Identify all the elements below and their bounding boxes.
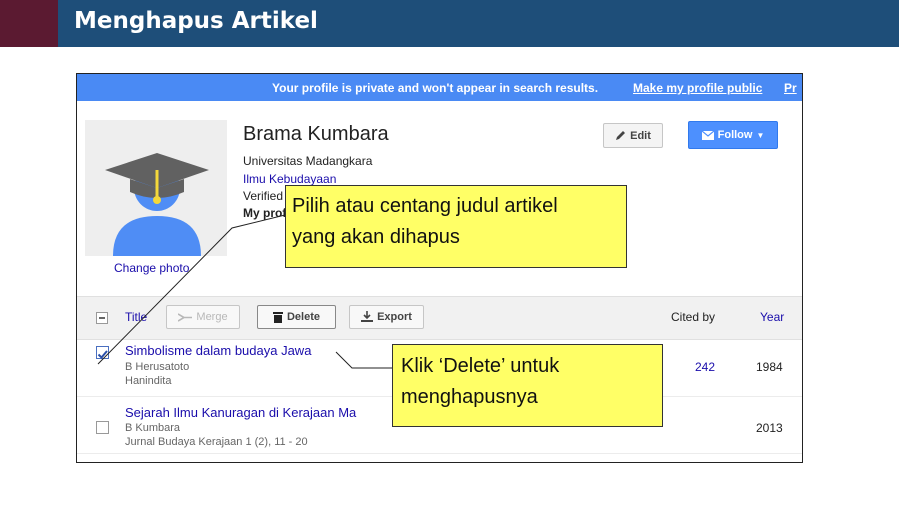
article-year: 2013 [756,421,783,435]
edit-button[interactable]: Edit [603,123,663,148]
cited-by-column-header: Cited by [671,310,716,324]
select-all-checkbox[interactable] [96,312,108,324]
download-icon [361,311,374,322]
privacy-message: Your profile is private and won't appear… [272,81,599,95]
article-cited-count[interactable]: 242 [695,360,715,374]
profile-photo[interactable] [85,120,227,256]
slide-header: Menghapus Artikel [0,0,899,47]
delete-callout: Klik ‘Delete’ untuk menghapusnya [392,344,663,427]
callout-text-line: menghapusnya [401,386,538,408]
follow-button[interactable]: Follow ▼ [688,121,778,149]
article-venue: Jurnal Budaya Kerajaan 1 (2), 11 - 20 [125,436,308,448]
make-public-link[interactable]: Make my profile public [633,81,762,95]
header-accent-block [0,0,58,47]
article-title-link[interactable]: Simbolisme dalam budaya Jawa [125,343,311,358]
truncated-link[interactable]: Pr [784,81,797,95]
scholar-avatar-icon [105,153,209,256]
article-venue: Hanindita [125,375,172,387]
privacy-banner: Your profile is private and won't appear… [77,74,802,101]
profile-keyword-link[interactable]: Ilmu Kebudayaan [243,172,336,186]
profile-affiliation: Universitas Madangkara [243,154,373,168]
follow-label: Follow [717,129,753,141]
article-title-link[interactable]: Sejarah Ilmu Kanuragan di Kerajaan Ma [125,405,356,420]
envelope-icon [701,130,714,140]
edit-label: Edit [630,129,651,142]
article-authors: B Kumbara [125,422,181,434]
delete-button[interactable]: Delete [257,305,336,329]
trash-icon [272,312,283,323]
change-photo-link[interactable]: Change photo [114,261,189,275]
select-article-callout: Pilih atau centang judul artikel yang ak… [285,185,627,268]
checkmark-icon [97,350,108,359]
articles-toolbar: Title Merge Delete Export Cited by Year [77,296,802,340]
dropdown-caret-icon: ▼ [756,130,765,140]
merge-button[interactable]: Merge [166,305,240,329]
merge-icon [178,312,193,322]
export-button[interactable]: Export [349,305,424,329]
profile-name: Brama Kumbara [243,123,389,145]
merge-label: Merge [196,311,228,323]
article-checkbox[interactable] [96,421,109,434]
article-checkbox[interactable] [96,346,109,359]
article-year: 1984 [756,360,783,374]
export-label: Export [377,311,412,323]
callout-text-line: yang akan dihapus [292,226,460,248]
slide-title: Menghapus Artikel [74,8,318,34]
profile-status: My prof [243,206,287,220]
pencil-icon [616,131,626,140]
year-column-header[interactable]: Year [760,310,784,324]
title-column-header[interactable]: Title [125,310,147,324]
article-authors: B Herusatoto [125,361,190,373]
profile-verified: Verified [243,189,284,203]
callout-text-line: Klik ‘Delete’ untuk [401,355,560,377]
delete-label: Delete [286,311,321,323]
callout-text-line: Pilih atau centang judul artikel [292,195,558,217]
